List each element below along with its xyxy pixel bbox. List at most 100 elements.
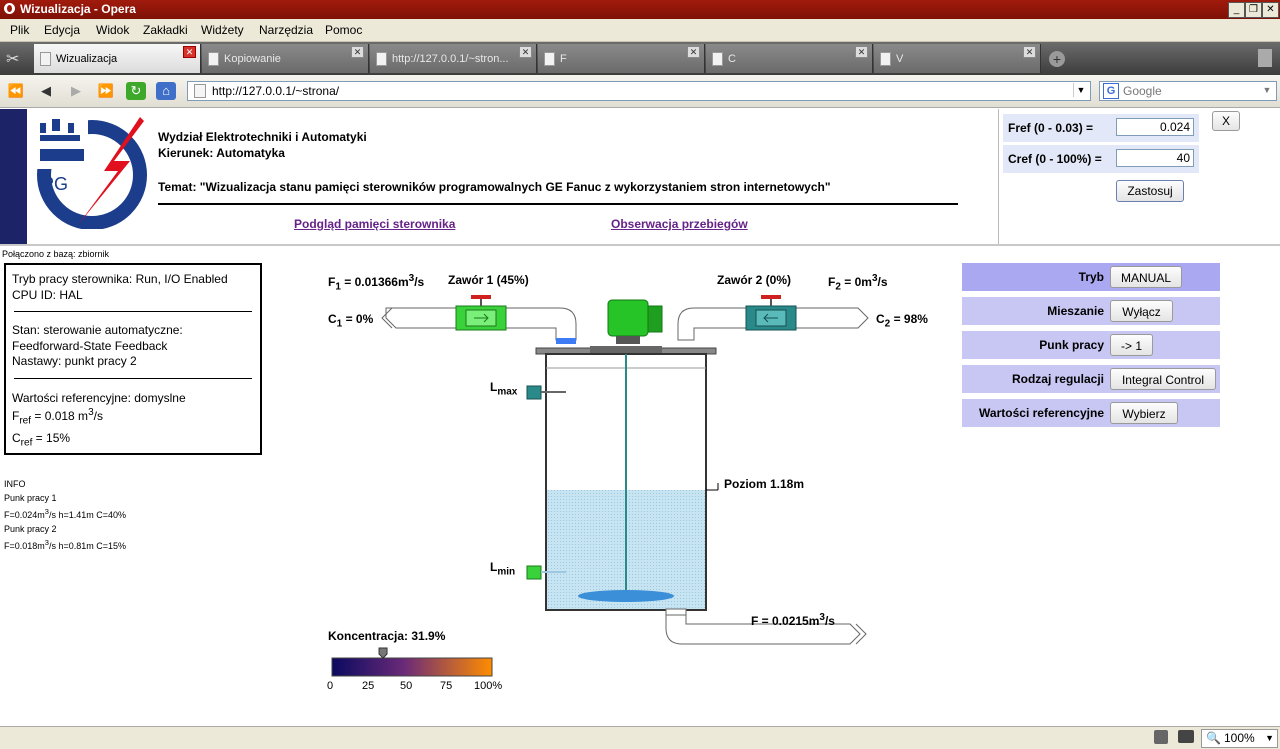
reference-label: Wartości referencyjne — [979, 406, 1104, 420]
tab-label: Kopiowanie — [224, 53, 281, 65]
operating-point-button[interactable]: -> 1 — [1110, 334, 1153, 356]
close-panel-button[interactable]: X — [1212, 111, 1240, 131]
scale-50: 50 — [400, 680, 413, 692]
info-p1-title: Punk pracy 1 — [4, 492, 57, 503]
valve-1-icon[interactable] — [455, 295, 507, 331]
browser-status-bar: 🔍 100% ▼ — [0, 726, 1280, 749]
status-mode: Tryb pracy sterownika: Run, I/O Enabled — [12, 272, 228, 286]
fref-input[interactable] — [1116, 118, 1194, 136]
apply-button[interactable]: Zastosuj — [1116, 180, 1184, 202]
info-p1-values: F=0.024m3/s h=1.41m C=40% — [4, 505, 126, 523]
new-tab-icon[interactable]: + — [1049, 51, 1065, 67]
scale-75: 75 — [440, 680, 453, 692]
mode-button[interactable]: MANUAL — [1110, 266, 1182, 288]
search-placeholder: Google — [1123, 84, 1162, 98]
restore-icon[interactable]: ❐ — [1245, 2, 1262, 18]
inflow-2-label: F2 = 0m3/s — [828, 273, 888, 292]
c1-symbol: C — [328, 312, 337, 326]
cref-subscript: ref — [20, 437, 33, 449]
tab-c[interactable]: C ✕ — [706, 44, 873, 73]
status-settings: Nastawy: punkt pracy 2 — [12, 354, 137, 368]
menu-item-zakladki[interactable]: Zakładki — [143, 23, 188, 37]
address-dropdown-icon[interactable]: ▼ — [1073, 83, 1088, 97]
window-title: Wizualizacja - Opera — [20, 2, 136, 16]
home-icon[interactable]: ⌂ — [156, 82, 176, 100]
link-memory-view[interactable]: Podgląd pamięci sterownika — [294, 217, 455, 231]
close-tab-icon[interactable]: ✕ — [519, 46, 532, 58]
regulation-button[interactable]: Integral Control — [1110, 368, 1216, 390]
opera-logo-icon — [4, 3, 15, 14]
document-icon — [376, 52, 387, 66]
forward-icon[interactable]: ▶ — [66, 82, 86, 100]
zoom-value: 100% — [1224, 731, 1255, 745]
tab-label: Wizualizacja — [56, 53, 118, 65]
menu-item-pomoc[interactable]: Pomoc — [325, 23, 362, 37]
menu-item-narzedzia[interactable]: Narzędzia — [259, 23, 313, 37]
address-field[interactable]: http://127.0.0.1/~strona/ ▼ — [187, 81, 1091, 101]
cref-input[interactable] — [1116, 149, 1194, 167]
search-dropdown-icon[interactable]: ▼ — [1260, 83, 1274, 97]
lmax-sensor-icon — [526, 385, 542, 400]
tools-icon[interactable]: ✂ — [6, 49, 26, 68]
navigation-bar: ⏪ ◀ ▶ ⏩ ↻ ⌂ http://127.0.0.1/~strona/ ▼ … — [0, 75, 1280, 108]
status-fref: Fref = 0.018 m3/s — [12, 407, 103, 426]
tab-kopiowanie[interactable]: Kopiowanie ✕ — [202, 44, 369, 73]
close-tab-icon[interactable]: ✕ — [1023, 46, 1036, 58]
close-tab-icon[interactable]: ✕ — [351, 46, 364, 58]
mixing-button[interactable]: Wyłącz — [1110, 300, 1173, 322]
tab-strona[interactable]: http://127.0.0.1/~stron... ✕ — [370, 44, 537, 73]
google-icon: G — [1103, 83, 1119, 99]
tab-v[interactable]: V ✕ — [874, 44, 1041, 73]
mixer-motor-icon — [607, 299, 663, 344]
status-rule — [14, 311, 252, 312]
header-faculty: Wydział Elektrotechniki i Automatyki — [158, 130, 367, 144]
address-url: http://127.0.0.1/~strona/ — [212, 84, 340, 98]
tab-label: V — [896, 53, 904, 65]
fast-forward-icon[interactable]: ⏩ — [96, 82, 116, 100]
menu-bar: Plik Edycja Widok Zakładki Widżety Narzę… — [0, 19, 1280, 42]
status-cpu: CPU ID: HAL — [12, 288, 83, 302]
valve-2-label: Zawór 2 (0%) — [717, 273, 792, 287]
reference-button[interactable]: Wybierz — [1110, 402, 1178, 424]
valve-2-icon[interactable] — [745, 295, 797, 331]
menu-item-widok[interactable]: Widok — [96, 23, 129, 37]
reload-icon[interactable]: ↻ — [126, 82, 146, 100]
menu-item-widzety[interactable]: Widżety — [201, 23, 244, 37]
back-icon[interactable]: ◀ — [36, 82, 56, 100]
page-separator — [0, 244, 1280, 246]
page-icon — [194, 84, 206, 98]
close-window-icon[interactable]: ✕ — [1262, 2, 1279, 18]
rewind-icon[interactable]: ⏪ — [6, 82, 26, 100]
fref-unit: /s — [93, 409, 103, 423]
tab-wizualizacja[interactable]: Wizualizacja ✕ — [34, 44, 201, 73]
concentration-bar — [331, 657, 493, 677]
status-refvals: Wartości referencyjne: domyslne — [12, 391, 186, 405]
close-tab-icon[interactable]: ✕ — [183, 46, 196, 58]
close-tab-icon[interactable]: ✕ — [687, 46, 700, 58]
camera-icon[interactable] — [1178, 730, 1194, 743]
lmin-label: Lmin — [490, 560, 515, 577]
concentration-label: Koncentracja: 31.9% — [328, 629, 446, 643]
close-tab-icon[interactable]: ✕ — [855, 46, 868, 58]
link-waveforms[interactable]: Obserwacja przebiegów — [611, 217, 748, 231]
tab-f[interactable]: F ✕ — [538, 44, 705, 73]
mode-label: Tryb — [1078, 270, 1104, 284]
page-left-stripe — [0, 109, 27, 244]
zoom-control[interactable]: 🔍 100% ▼ — [1201, 729, 1278, 748]
c2-symbol: C — [876, 312, 885, 326]
search-field[interactable]: G Google ▼ — [1099, 81, 1277, 101]
document-icon — [40, 52, 51, 66]
menu-item-plik[interactable]: Plik — [10, 23, 29, 37]
document-icon — [544, 52, 555, 66]
regulation-label: Rodzaj regulacji — [1011, 372, 1104, 386]
info-p2-values: F=0.018m3/s h=0.81m C=15% — [4, 536, 126, 554]
zoom-icon: 🔍 — [1206, 731, 1221, 745]
minimize-icon[interactable]: _ — [1228, 2, 1245, 18]
trash-icon[interactable] — [1258, 49, 1272, 67]
inflow-1-label: F1 = 0.01366m3/s — [328, 273, 424, 292]
zoom-dropdown-icon[interactable]: ▼ — [1265, 730, 1274, 747]
speed-dial-icon[interactable] — [1154, 730, 1168, 744]
info-p1-rest: /s h=1.41m C=40% — [48, 510, 126, 520]
menu-item-edycja[interactable]: Edycja — [44, 23, 80, 37]
lmin-sensor-icon — [526, 565, 542, 580]
